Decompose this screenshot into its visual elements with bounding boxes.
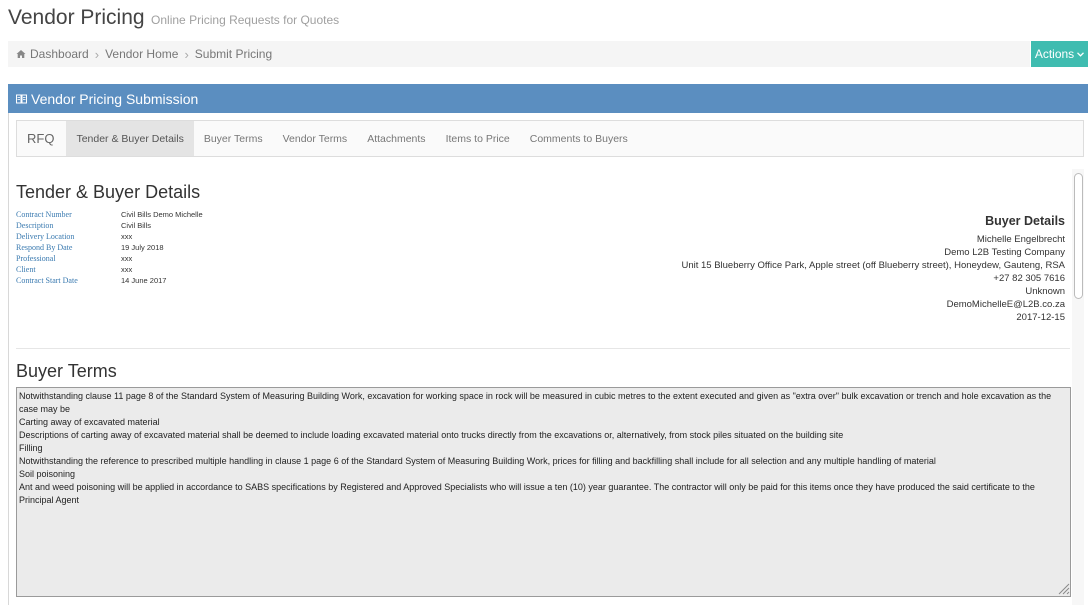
- detail-value: Civil Bills: [121, 221, 151, 230]
- term-line: Descriptions of carting away of excavate…: [19, 430, 844, 440]
- detail-value: xxx: [121, 265, 133, 274]
- buyer-name: Michelle Engelbrecht: [976, 234, 1065, 245]
- term-line: Notwithstanding the reference to prescri…: [19, 456, 936, 466]
- buyer-address: Unit 15 Blueberry Office Park, Apple str…: [681, 260, 1065, 271]
- detail-row: Description Civil Bills: [16, 221, 203, 232]
- detail-label: Client: [16, 265, 36, 274]
- page-title: Vendor Pricing: [8, 6, 145, 29]
- detail-label: Contract Number: [16, 210, 72, 219]
- buyer-date: 2017-12-15: [1016, 312, 1065, 323]
- term-line: Soil poisoning: [19, 469, 76, 479]
- actions-button[interactable]: Actions: [1031, 41, 1088, 67]
- term-line: Filling: [19, 443, 43, 453]
- detail-label: Description: [16, 221, 54, 230]
- tender-details-heading: Tender & Buyer Details: [16, 182, 201, 202]
- term-line: Carting away of excavated material: [19, 417, 160, 427]
- page-header: Vendor Pricing Online Pricing Requests f…: [8, 6, 339, 36]
- tab-vendor-terms[interactable]: Vendor Terms: [273, 121, 358, 156]
- buyer-details-heading: Buyer Details: [985, 214, 1065, 228]
- detail-row: Contract Start Date 14 June 2017: [16, 276, 203, 287]
- detail-label: Respond By Date: [16, 243, 73, 252]
- actions-button-label: Actions: [1034, 47, 1075, 61]
- detail-value: Civil Bills Demo Michelle: [121, 210, 203, 219]
- buyer-details: Buyer Details Michelle Engelbrecht Demo …: [681, 214, 1065, 324]
- tab-tender-buyer-details[interactable]: Tender & Buyer Details: [66, 121, 194, 156]
- buyer-phone: +27 82 305 7616: [993, 273, 1065, 284]
- breadcrumb: Dashboard › Vendor Home › Submit Pricing: [8, 41, 1030, 67]
- buyer-company: Demo L2B Testing Company: [944, 247, 1065, 258]
- buyer-email: DemoMichelleE@L2B.co.za: [946, 299, 1065, 310]
- chevron-down-icon: [1077, 51, 1085, 57]
- panel-title: Vendor Pricing Submission: [31, 90, 199, 107]
- section-divider: [16, 348, 1070, 349]
- home-icon: [16, 50, 26, 58]
- term-line: Ant and weed poisoning will be applied i…: [19, 482, 1035, 505]
- resize-handle-icon[interactable]: [1056, 581, 1070, 595]
- detail-label: Contract Start Date: [16, 276, 78, 285]
- tab-rfq[interactable]: RFQ: [17, 121, 66, 156]
- chevron-right-icon: ›: [184, 46, 189, 62]
- detail-row: Delivery Location xxx: [16, 232, 203, 243]
- buyer-terms-textarea[interactable]: Notwithstanding clause 11 page 8 of the …: [16, 387, 1071, 597]
- detail-value: xxx: [121, 254, 133, 263]
- breadcrumb-dashboard[interactable]: Dashboard: [30, 47, 89, 61]
- tender-details-list: Contract Number Civil Bills Demo Michell…: [16, 210, 203, 287]
- detail-row: Client xxx: [16, 265, 203, 276]
- book-icon: [16, 94, 27, 103]
- tab-attachments[interactable]: Attachments: [357, 121, 435, 156]
- detail-row: Respond By Date 19 July 2018: [16, 243, 203, 254]
- breadcrumb-vendor-home[interactable]: Vendor Home: [105, 47, 178, 61]
- tab-items-to-price[interactable]: Items to Price: [436, 121, 520, 156]
- panel-heading: Vendor Pricing Submission: [8, 84, 1088, 113]
- chevron-right-icon: ›: [94, 46, 100, 62]
- detail-label: Professional: [16, 254, 56, 263]
- detail-value: 14 June 2017: [121, 276, 167, 285]
- tab-buyer-terms[interactable]: Buyer Terms: [194, 121, 273, 156]
- buyer-terms-heading: Buyer Terms: [16, 361, 117, 381]
- breadcrumb-submit-pricing: Submit Pricing: [194, 47, 273, 61]
- scrollbar-thumb[interactable]: [1074, 173, 1083, 299]
- detail-value: xxx: [121, 232, 133, 241]
- tab-comments-to-buyers[interactable]: Comments to Buyers: [520, 121, 638, 156]
- detail-label: Delivery Location: [16, 232, 75, 241]
- detail-row: Contract Number Civil Bills Demo Michell…: [16, 210, 203, 221]
- tab-bar: RFQ Tender & Buyer Details Buyer Terms V…: [16, 120, 1084, 157]
- detail-row: Professional xxx: [16, 254, 203, 265]
- term-line: Notwithstanding clause 11 page 8 of the …: [19, 391, 1052, 414]
- page-subtitle: Online Pricing Requests for Quotes: [151, 13, 340, 27]
- detail-value: 19 July 2018: [121, 243, 164, 252]
- buyer-other: Unknown: [1025, 286, 1065, 297]
